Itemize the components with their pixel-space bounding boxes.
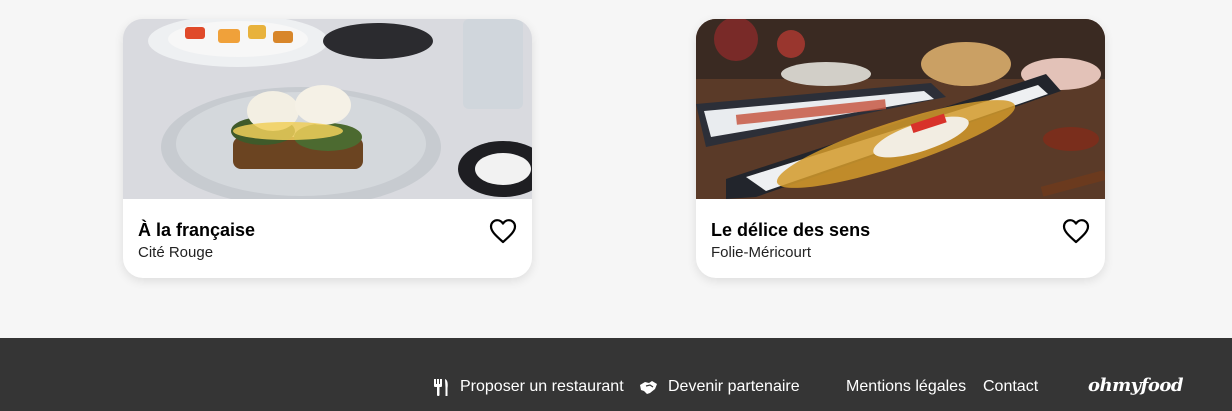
become-partner-link[interactable]: Devenir partenaire xyxy=(639,376,800,398)
heart-outline-icon[interactable] xyxy=(489,218,517,244)
legal-notice-link[interactable]: Mentions légales xyxy=(846,376,966,398)
contact-link[interactable]: Contact xyxy=(983,376,1038,398)
restaurant-info: Le délice des sens Folie-Méricourt xyxy=(711,219,870,264)
restaurant-area: Folie-Méricourt xyxy=(711,244,812,261)
footer: Proposer un restaurant Devenir partenair… xyxy=(0,338,1232,411)
restaurant-card-a-la-francaise[interactable]: À la française Cité Rouge xyxy=(123,19,532,278)
food-photo-illustration xyxy=(696,19,1105,199)
restaurant-card-le-delice-des-sens[interactable]: Le délice des sens Folie-Méricourt xyxy=(696,19,1105,278)
restaurant-name: À la française xyxy=(138,220,256,240)
restaurant-area: Cité Rouge xyxy=(138,244,214,261)
heart-outline-icon[interactable] xyxy=(1062,218,1090,244)
contact-label: Contact xyxy=(983,378,1039,395)
restaurant-info: À la française Cité Rouge xyxy=(138,219,255,264)
restaurant-photo xyxy=(696,19,1105,199)
page: À la française Cité Rouge Le délice des … xyxy=(0,0,1232,411)
restaurant-photo xyxy=(123,19,532,199)
handshake-icon xyxy=(640,380,657,394)
utensils-icon xyxy=(434,378,448,396)
restaurant-name: Le délice des sens xyxy=(711,220,871,240)
brand-logo[interactable]: ohmyfood xyxy=(1088,375,1183,396)
propose-restaurant-label: Proposer un restaurant xyxy=(460,378,624,395)
become-partner-label: Devenir partenaire xyxy=(668,378,800,395)
propose-restaurant-link[interactable]: Proposer un restaurant xyxy=(433,376,624,398)
food-photo-illustration xyxy=(123,19,532,199)
legal-notice-label: Mentions légales xyxy=(846,378,967,395)
